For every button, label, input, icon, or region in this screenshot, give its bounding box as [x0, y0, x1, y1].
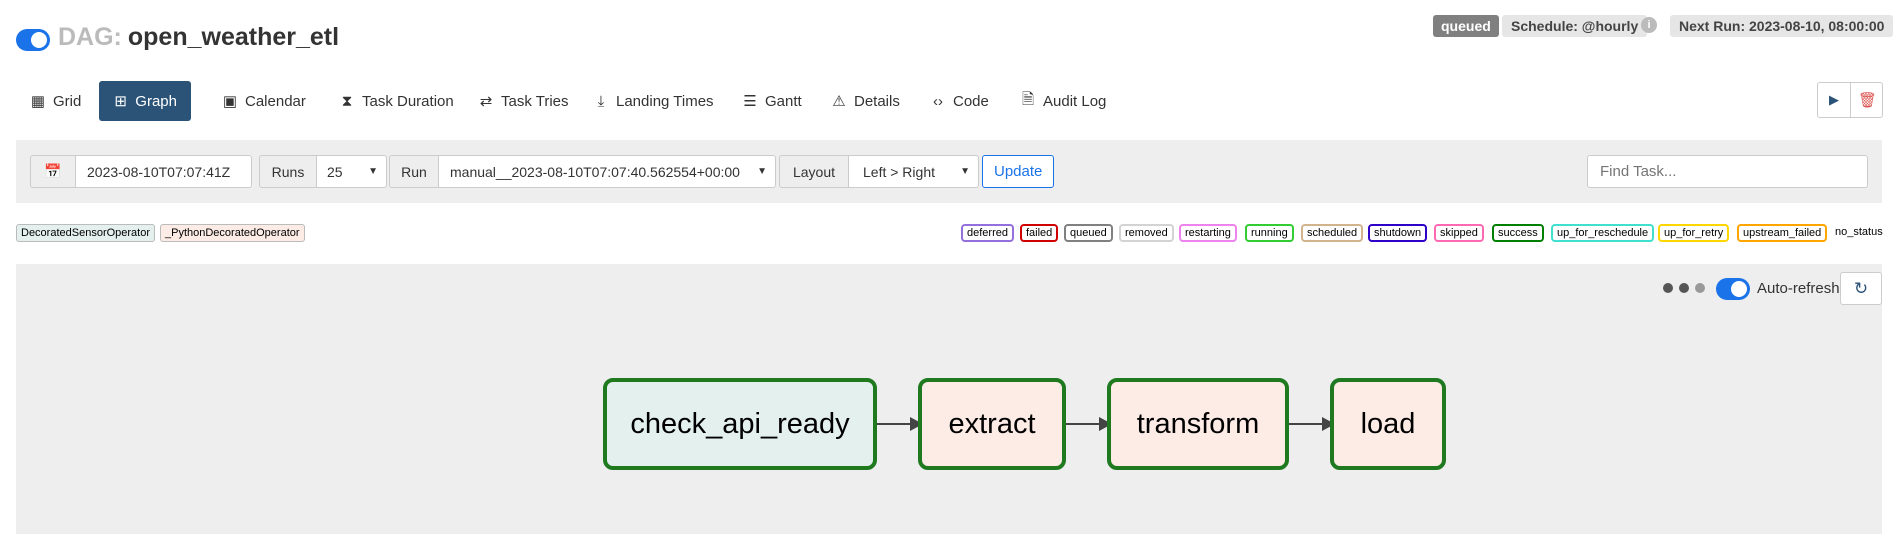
task-node-extract[interactable]: extract: [918, 378, 1066, 470]
auto-refresh-toggle[interactable]: [1716, 278, 1750, 300]
legend-status-upstream-failed[interactable]: upstream_failed: [1737, 224, 1828, 242]
dag-title-prefix: DAG:: [58, 23, 122, 51]
dag-header: DAG: open_weather_etl queued Schedule: @h…: [0, 0, 1897, 70]
tab-calendar[interactable]: ▣ Calendar: [208, 81, 320, 121]
base-date-input[interactable]: 2023-08-10T07:07:41Z: [76, 155, 252, 188]
chevron-down-icon: ▼: [368, 166, 378, 177]
legend-status-no-status[interactable]: no_status: [1835, 226, 1883, 238]
grid-icon: ▦: [30, 93, 46, 110]
find-task-input[interactable]: [1587, 155, 1868, 188]
tab-label: Code: [953, 92, 989, 110]
task-node-transform[interactable]: transform: [1107, 378, 1289, 470]
legend-status-up-for-reschedule[interactable]: up_for_reschedule: [1551, 224, 1655, 242]
warning-icon: ⚠: [832, 93, 846, 110]
dag-id: open_weather_etl: [127, 23, 340, 51]
code-icon: ‹›: [933, 92, 943, 110]
tab-label: Details: [854, 92, 900, 110]
plane-landing-icon: ⤓: [597, 92, 605, 110]
graph-icon: ⊞: [114, 93, 127, 110]
tab-label: Audit Log: [1043, 92, 1107, 110]
runs-select[interactable]: 25 ▼: [317, 155, 387, 188]
run-value: manual__2023-08-10T07:07:40.562554+00:00: [450, 163, 740, 180]
tab-landing-times[interactable]: ⤓ Landing Times: [579, 81, 728, 121]
dag-pause-toggle[interactable]: [16, 29, 50, 51]
dot-icon: [1695, 283, 1705, 293]
schedule-badge: Schedule: @hourly: [1502, 15, 1648, 37]
legend-status-up-for-retry[interactable]: up_for_retry: [1658, 224, 1730, 242]
tab-label: Gantt: [765, 92, 802, 110]
audit-icon: 🗎: [1021, 90, 1035, 108]
graph-toolbar: 📅 2023-08-10T07:07:41Z Runs 25 ▼ Run manu…: [16, 140, 1882, 203]
runs-value: 25: [327, 163, 343, 180]
tab-label: Graph: [135, 92, 177, 110]
dot-icon: [1679, 283, 1689, 293]
tab-label: Task Tries: [501, 92, 569, 110]
dag-graph-canvas[interactable]: Auto-refresh ↻ check_api_ready extract t…: [16, 264, 1882, 534]
legend-status-skipped[interactable]: skipped: [1434, 224, 1484, 242]
legend-operator-python: _PythonDecoratedOperator: [160, 224, 305, 242]
legend-status-failed[interactable]: failed: [1020, 224, 1059, 242]
tab-code[interactable]: ‹› Code: [916, 81, 1003, 121]
legend-status-success[interactable]: success: [1492, 224, 1544, 242]
tab-details[interactable]: ⚠ Details: [817, 81, 914, 121]
tab-label: Task Duration: [362, 92, 454, 110]
edge: [1066, 423, 1103, 425]
loading-dots-icon: [1663, 283, 1705, 293]
chevron-down-icon: ▼: [757, 166, 767, 177]
info-icon[interactable]: i: [1641, 17, 1657, 33]
edge: [1289, 423, 1326, 425]
calendar-icon: ▣: [222, 93, 238, 110]
calendar-icon: 📅: [44, 163, 62, 179]
trigger-dag-button[interactable]: ▶: [1818, 83, 1851, 117]
refresh-icon: ↻: [1853, 278, 1869, 298]
tab-task-duration[interactable]: ⧗ Task Duration: [325, 81, 468, 121]
legend-status-shutdown[interactable]: shutdown: [1368, 224, 1428, 242]
tab-task-tries[interactable]: ⇄ Task Tries: [464, 81, 583, 121]
legend-status-restarting[interactable]: restarting: [1179, 224, 1237, 242]
hourglass-icon: ⧗: [341, 92, 353, 110]
tab-gantt[interactable]: ☰ Gantt: [728, 81, 816, 121]
layout-label: Layout: [779, 155, 849, 188]
refresh-button[interactable]: ↻: [1840, 272, 1882, 305]
dag-title: DAG: open_weather_etl: [58, 23, 339, 52]
update-button[interactable]: Update: [982, 155, 1055, 188]
chevron-down-icon: ▼: [960, 166, 970, 177]
gantt-icon: ☰: [743, 93, 757, 110]
play-icon: ▶: [1829, 92, 1839, 107]
retry-icon: ⇄: [479, 93, 493, 110]
delete-dag-button[interactable]: 🗑: [1851, 83, 1884, 117]
tab-label: Calendar: [245, 92, 306, 110]
next-run-badge: Next Run: 2023-08-10, 08:00:00: [1670, 15, 1894, 37]
task-node-check-api-ready[interactable]: check_api_ready: [603, 378, 877, 470]
legend-status-scheduled[interactable]: scheduled: [1301, 224, 1364, 242]
auto-refresh-label: Auto-refresh: [1757, 280, 1840, 297]
task-node-load[interactable]: load: [1330, 378, 1446, 470]
tab-audit-log[interactable]: 🗎 Audit Log: [1006, 81, 1120, 121]
run-label: Run: [389, 155, 439, 188]
tab-graph[interactable]: ⊞ Graph: [99, 81, 191, 121]
legend-status-queued[interactable]: queued: [1064, 224, 1113, 242]
legend-status-running[interactable]: running: [1245, 224, 1294, 242]
legend-operator-sensor: DecoratedSensorOperator: [16, 224, 156, 242]
edge: [877, 423, 914, 425]
tab-label: Grid: [53, 92, 82, 110]
dag-actions: ▶ 🗑: [1817, 82, 1883, 118]
layout-value: Left > Right: [863, 163, 935, 180]
tab-label: Landing Times: [616, 92, 714, 110]
legend-status-deferred[interactable]: deferred: [961, 224, 1014, 242]
trash-icon: 🗑: [1857, 92, 1878, 109]
legend-status-removed[interactable]: removed: [1119, 224, 1174, 242]
runs-label: Runs: [259, 155, 317, 188]
dag-state-badge: queued: [1433, 15, 1499, 37]
layout-select[interactable]: Left > Right ▼: [849, 155, 979, 188]
run-select[interactable]: manual__2023-08-10T07:07:40.562554+00:00…: [439, 155, 776, 188]
date-picker-button[interactable]: 📅: [30, 155, 76, 188]
tab-grid[interactable]: ▦ Grid: [16, 81, 95, 121]
dot-icon: [1663, 283, 1673, 293]
